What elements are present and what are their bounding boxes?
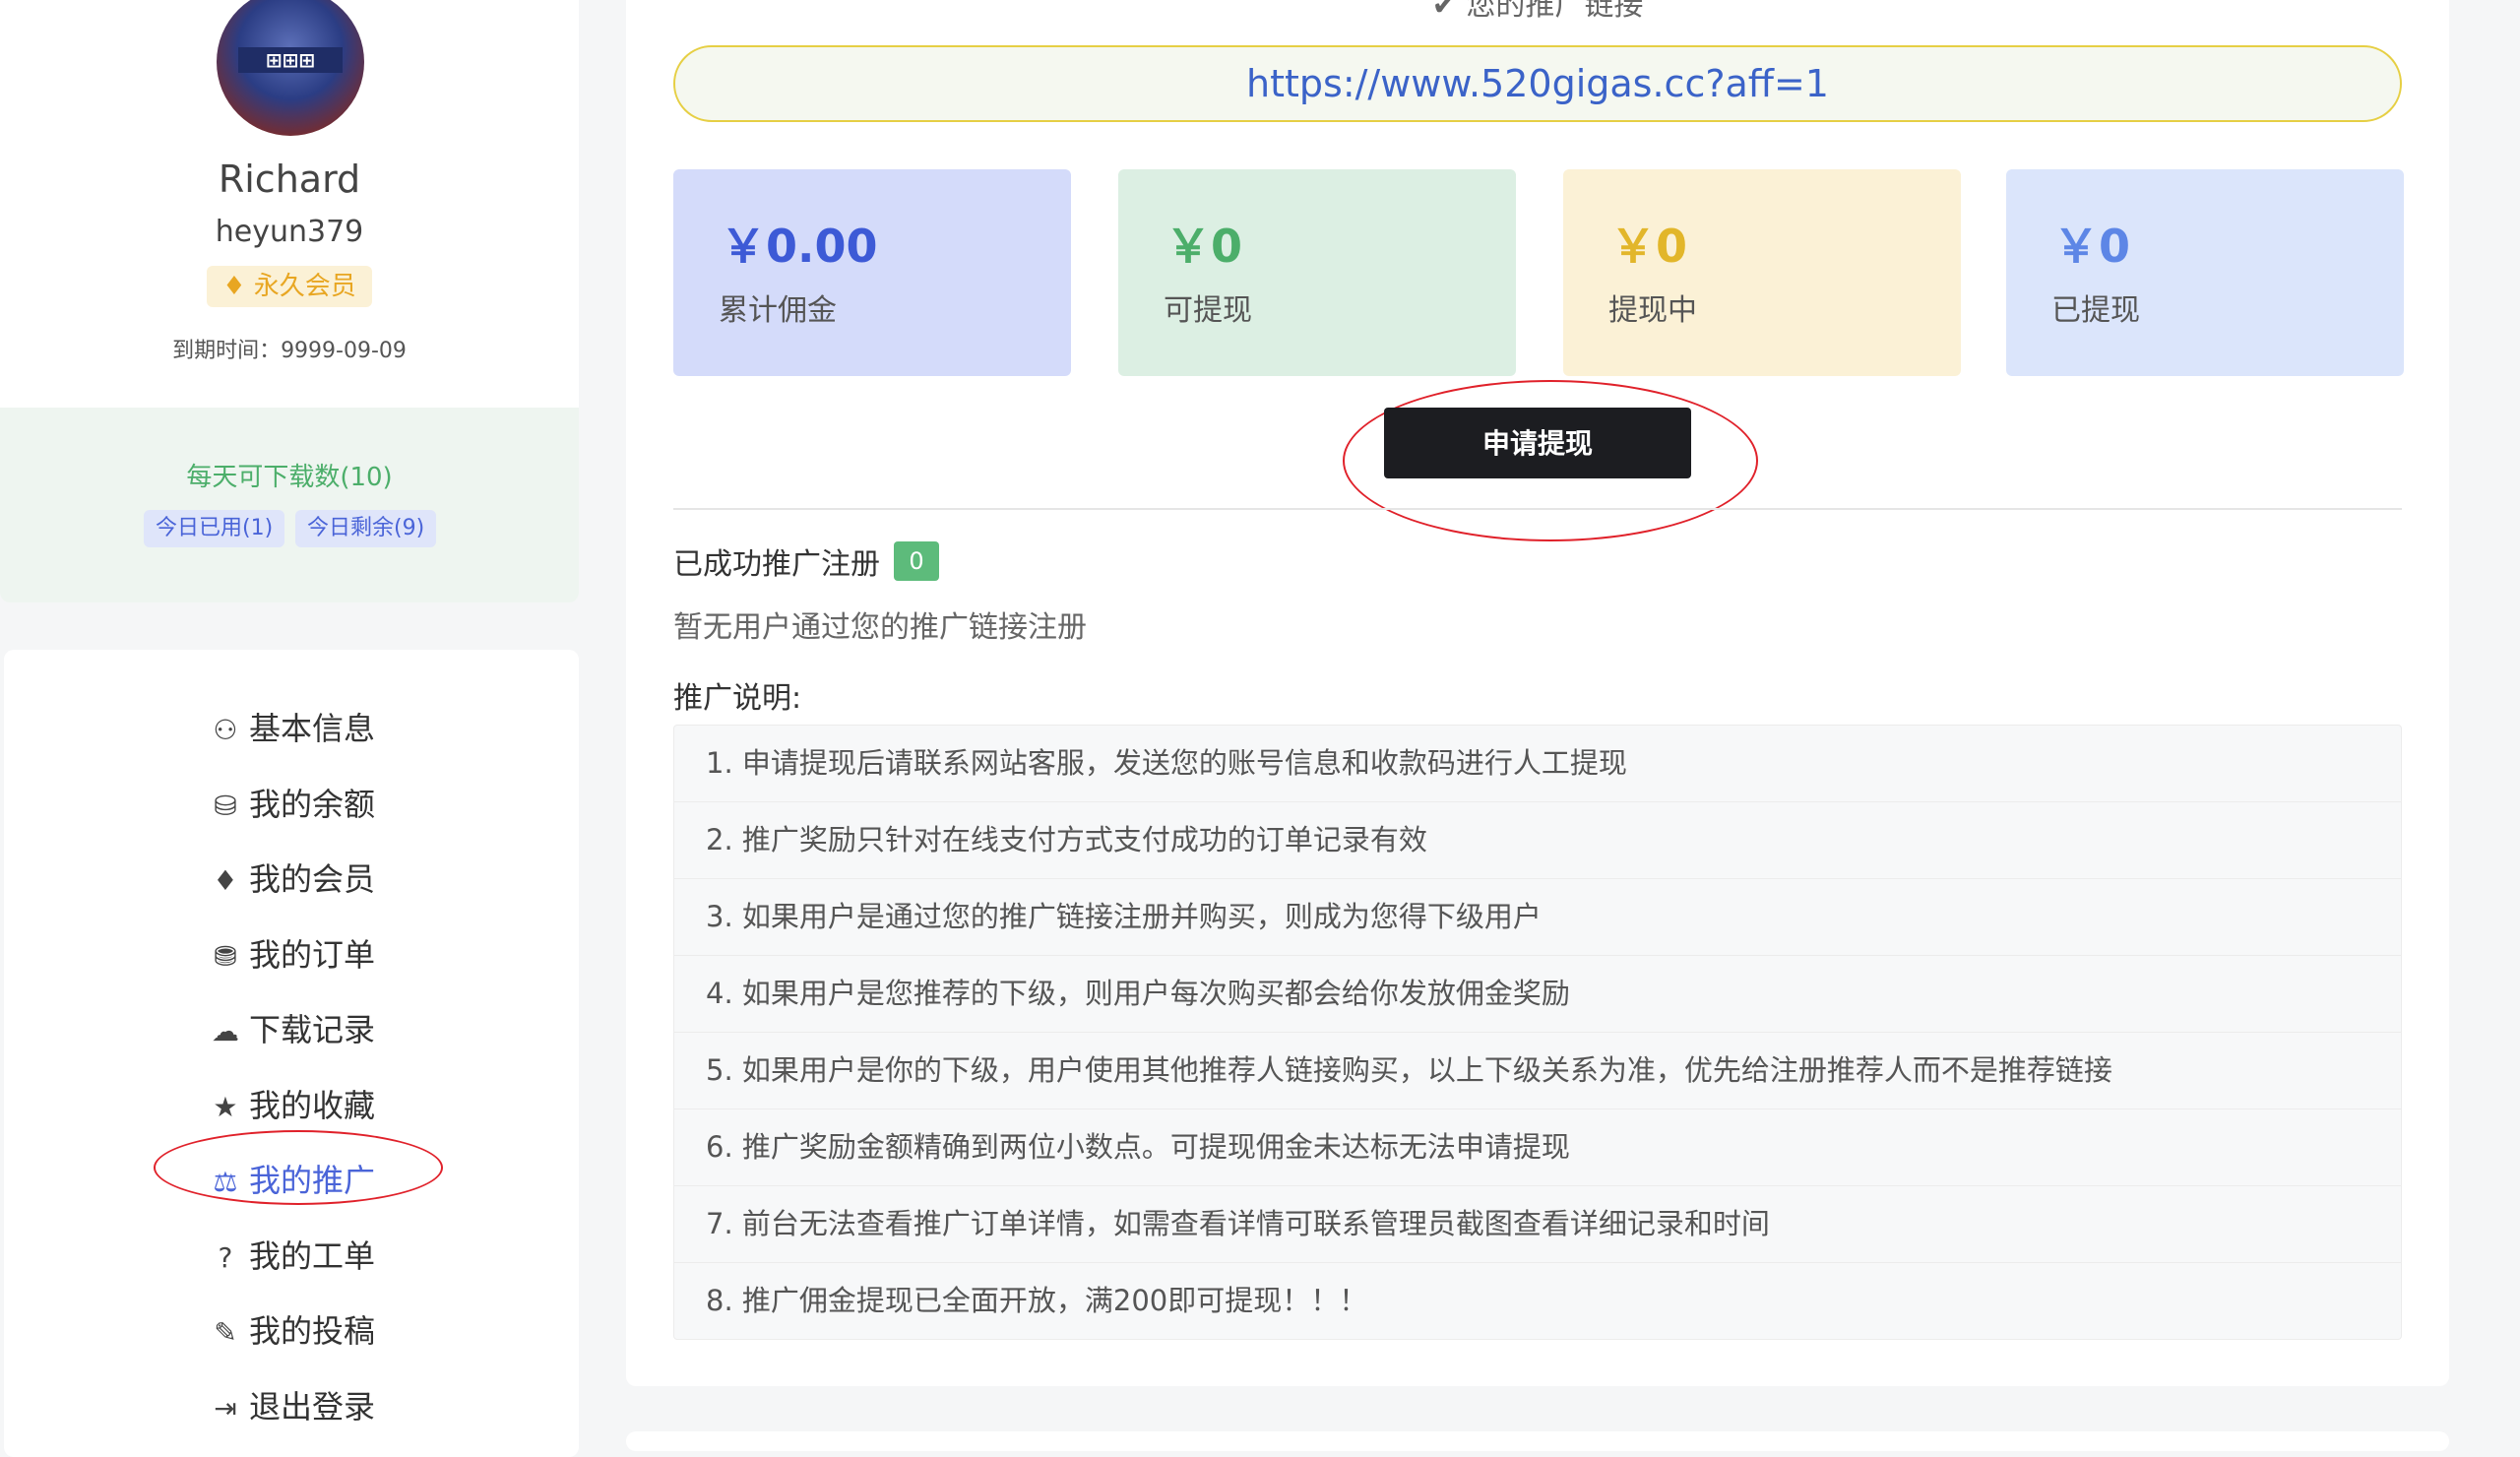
stat-label: 可提现 bbox=[1164, 293, 1252, 328]
stat-card: ￥0 可提现 bbox=[1118, 169, 1516, 376]
star-icon: ★ bbox=[213, 1090, 238, 1123]
menu-item-label: 下载记录 bbox=[248, 1011, 375, 1048]
menu-item-label: 基本信息 bbox=[248, 710, 375, 747]
stat-amount: ￥0 bbox=[1610, 220, 1688, 273]
menu-item-label: 我的投稿 bbox=[248, 1312, 375, 1350]
stat-card: ￥0 已提现 bbox=[2006, 169, 2404, 376]
link-heading: ✔ 您的推广链接 bbox=[626, 0, 2449, 24]
rules-list: 1. 申请提现后请联系网站客服，发送您的账号信息和收款码进行人工提现 2. 推广奖… bbox=[673, 725, 2402, 1340]
registered-count-badge: 0 bbox=[894, 541, 939, 581]
menu-item-label: 我的工单 bbox=[248, 1236, 375, 1275]
vip-badge: ♦ 永久会员 bbox=[207, 266, 372, 307]
cloud-download-icon: ☁ bbox=[211, 1015, 239, 1047]
rule-item: 5. 如果用户是你的下级，用户使用其他推荐人链接购买，以上下级关系为准，优先给注… bbox=[674, 1033, 2401, 1109]
stat-label: 累计佣金 bbox=[719, 293, 837, 328]
next-card bbox=[626, 1431, 2449, 1451]
link-heading-text: 您的推广链接 bbox=[1466, 0, 1644, 23]
edit-icon: ✎ bbox=[214, 1316, 237, 1349]
stat-amount: ￥0 bbox=[1166, 220, 1243, 273]
shopping-bag-icon: ⛃ bbox=[214, 939, 237, 973]
quota-title: 每天可下载数(10) bbox=[186, 463, 393, 492]
vip-label: 永久会员 bbox=[253, 272, 356, 301]
rule-item: 8. 推广佣金提现已全面开放，满200即可提现！！！ bbox=[706, 1284, 1368, 1317]
profile-name: Richard bbox=[218, 158, 361, 201]
quota-used-badge: 今日已用(1) bbox=[144, 510, 285, 547]
avatar[interactable]: ⊞⊞⊞ bbox=[217, 0, 364, 136]
download-quota: 每天可下载数(10) 今日已用(1) 今日剩余(9) bbox=[0, 408, 579, 602]
rule-item: 6. 推广奖励金额精确到两位小数点。可提现佣金未达标无法申请提现 bbox=[674, 1109, 2401, 1186]
user-icon: ⚇ bbox=[213, 714, 238, 746]
menu-item[interactable]: ⛁ 我的余额 bbox=[4, 775, 579, 834]
rule-item: 1. 申请提现后请联系网站客服，发送您的账号信息和收款码进行人工提现 bbox=[674, 726, 2401, 802]
diamond-icon: ♦ bbox=[213, 864, 238, 897]
sign-out-icon: ⇥ bbox=[214, 1391, 237, 1425]
rules-title: 推广说明: bbox=[673, 681, 802, 716]
highlight-annotation-menu bbox=[154, 1130, 443, 1205]
menu-item-label: 退出登录 bbox=[248, 1387, 375, 1425]
affiliate-link[interactable]: https://www.520gigas.cc?aff=1 bbox=[673, 45, 2402, 122]
stat-label: 已提现 bbox=[2051, 293, 2140, 328]
rule-item: 4. 如果用户是您推荐的下级，则用户每次购买都会给你发放佣金奖励 bbox=[674, 956, 2401, 1033]
stat-card: ￥0.00 累计佣金 bbox=[673, 169, 1071, 376]
expire-date: 到期时间：9999-09-09 bbox=[172, 339, 407, 363]
menu-item[interactable]: ⛃ 我的订单 bbox=[4, 925, 579, 984]
profile-handle: heyun379 bbox=[215, 215, 364, 249]
quota-remaining-badge: 今日剩余(9) bbox=[295, 510, 437, 547]
stat-amount: ￥0.00 bbox=[721, 220, 878, 273]
stat-card: ￥0 提现中 bbox=[1563, 169, 1961, 376]
user-menu: ⚇ 基本信息 ⛁ 我的余额 ♦ 我的会员 ⛃ 我的订单 ☁ 下载记录 ★ 我的收藏 ⚖ 我的推广? 我的工单… bbox=[4, 650, 579, 1457]
menu-item-label: 我的余额 bbox=[248, 785, 375, 823]
question-circle-icon: ? bbox=[218, 1240, 233, 1274]
divider bbox=[673, 508, 2402, 510]
diamond-icon: ♦ bbox=[222, 272, 246, 301]
menu-item[interactable]: ⚇ 基本信息 bbox=[4, 699, 579, 758]
registered-title: 已成功推广注册 bbox=[673, 547, 880, 582]
profile-card: ⊞⊞⊞ Richard heyun379 ♦ 永久会员 到期时间：9999-09… bbox=[0, 0, 579, 602]
menu-item[interactable]: ⇥ 退出登录 bbox=[4, 1377, 579, 1436]
menu-item[interactable]: ? 我的工单 bbox=[4, 1227, 579, 1286]
menu-item-label: 我的订单 bbox=[248, 935, 375, 974]
rule-item: 7. 前台无法查看推广订单详情，如需查看详情可联系管理员截图查看详细记录和时间 bbox=[674, 1186, 2401, 1263]
menu-item-label: 我的会员 bbox=[248, 860, 375, 898]
menu-item-label: 我的收藏 bbox=[248, 1086, 375, 1124]
menu-item[interactable]: ★ 我的收藏 bbox=[4, 1076, 579, 1135]
menu-item[interactable]: ✎ 我的投稿 bbox=[4, 1301, 579, 1361]
rule-item: 2. 推广奖励只针对在线支付方式支付成功的订单记录有效 bbox=[674, 802, 2401, 879]
menu-item[interactable]: ☁ 下载记录 bbox=[4, 1000, 579, 1059]
coins-icon: ⛁ bbox=[214, 789, 237, 822]
promotion-panel: ✔ 您的推广链接 https://www.520gigas.cc?aff=1 ￥… bbox=[626, 0, 2449, 1386]
registered-empty-text: 暂无用户通过您的推广链接注册 bbox=[673, 610, 1087, 645]
check-circle-icon: ✔ bbox=[1431, 0, 1457, 23]
menu-item[interactable]: ♦ 我的会员 bbox=[4, 850, 579, 909]
stat-amount: ￥0 bbox=[2053, 220, 2131, 273]
apply-withdraw-button[interactable]: 申请提现 bbox=[1384, 408, 1691, 478]
stat-label: 提现中 bbox=[1608, 293, 1697, 328]
rule-item: 3. 如果用户是通过您的推广链接注册并购买，则成为您得下级用户 bbox=[674, 879, 2401, 956]
